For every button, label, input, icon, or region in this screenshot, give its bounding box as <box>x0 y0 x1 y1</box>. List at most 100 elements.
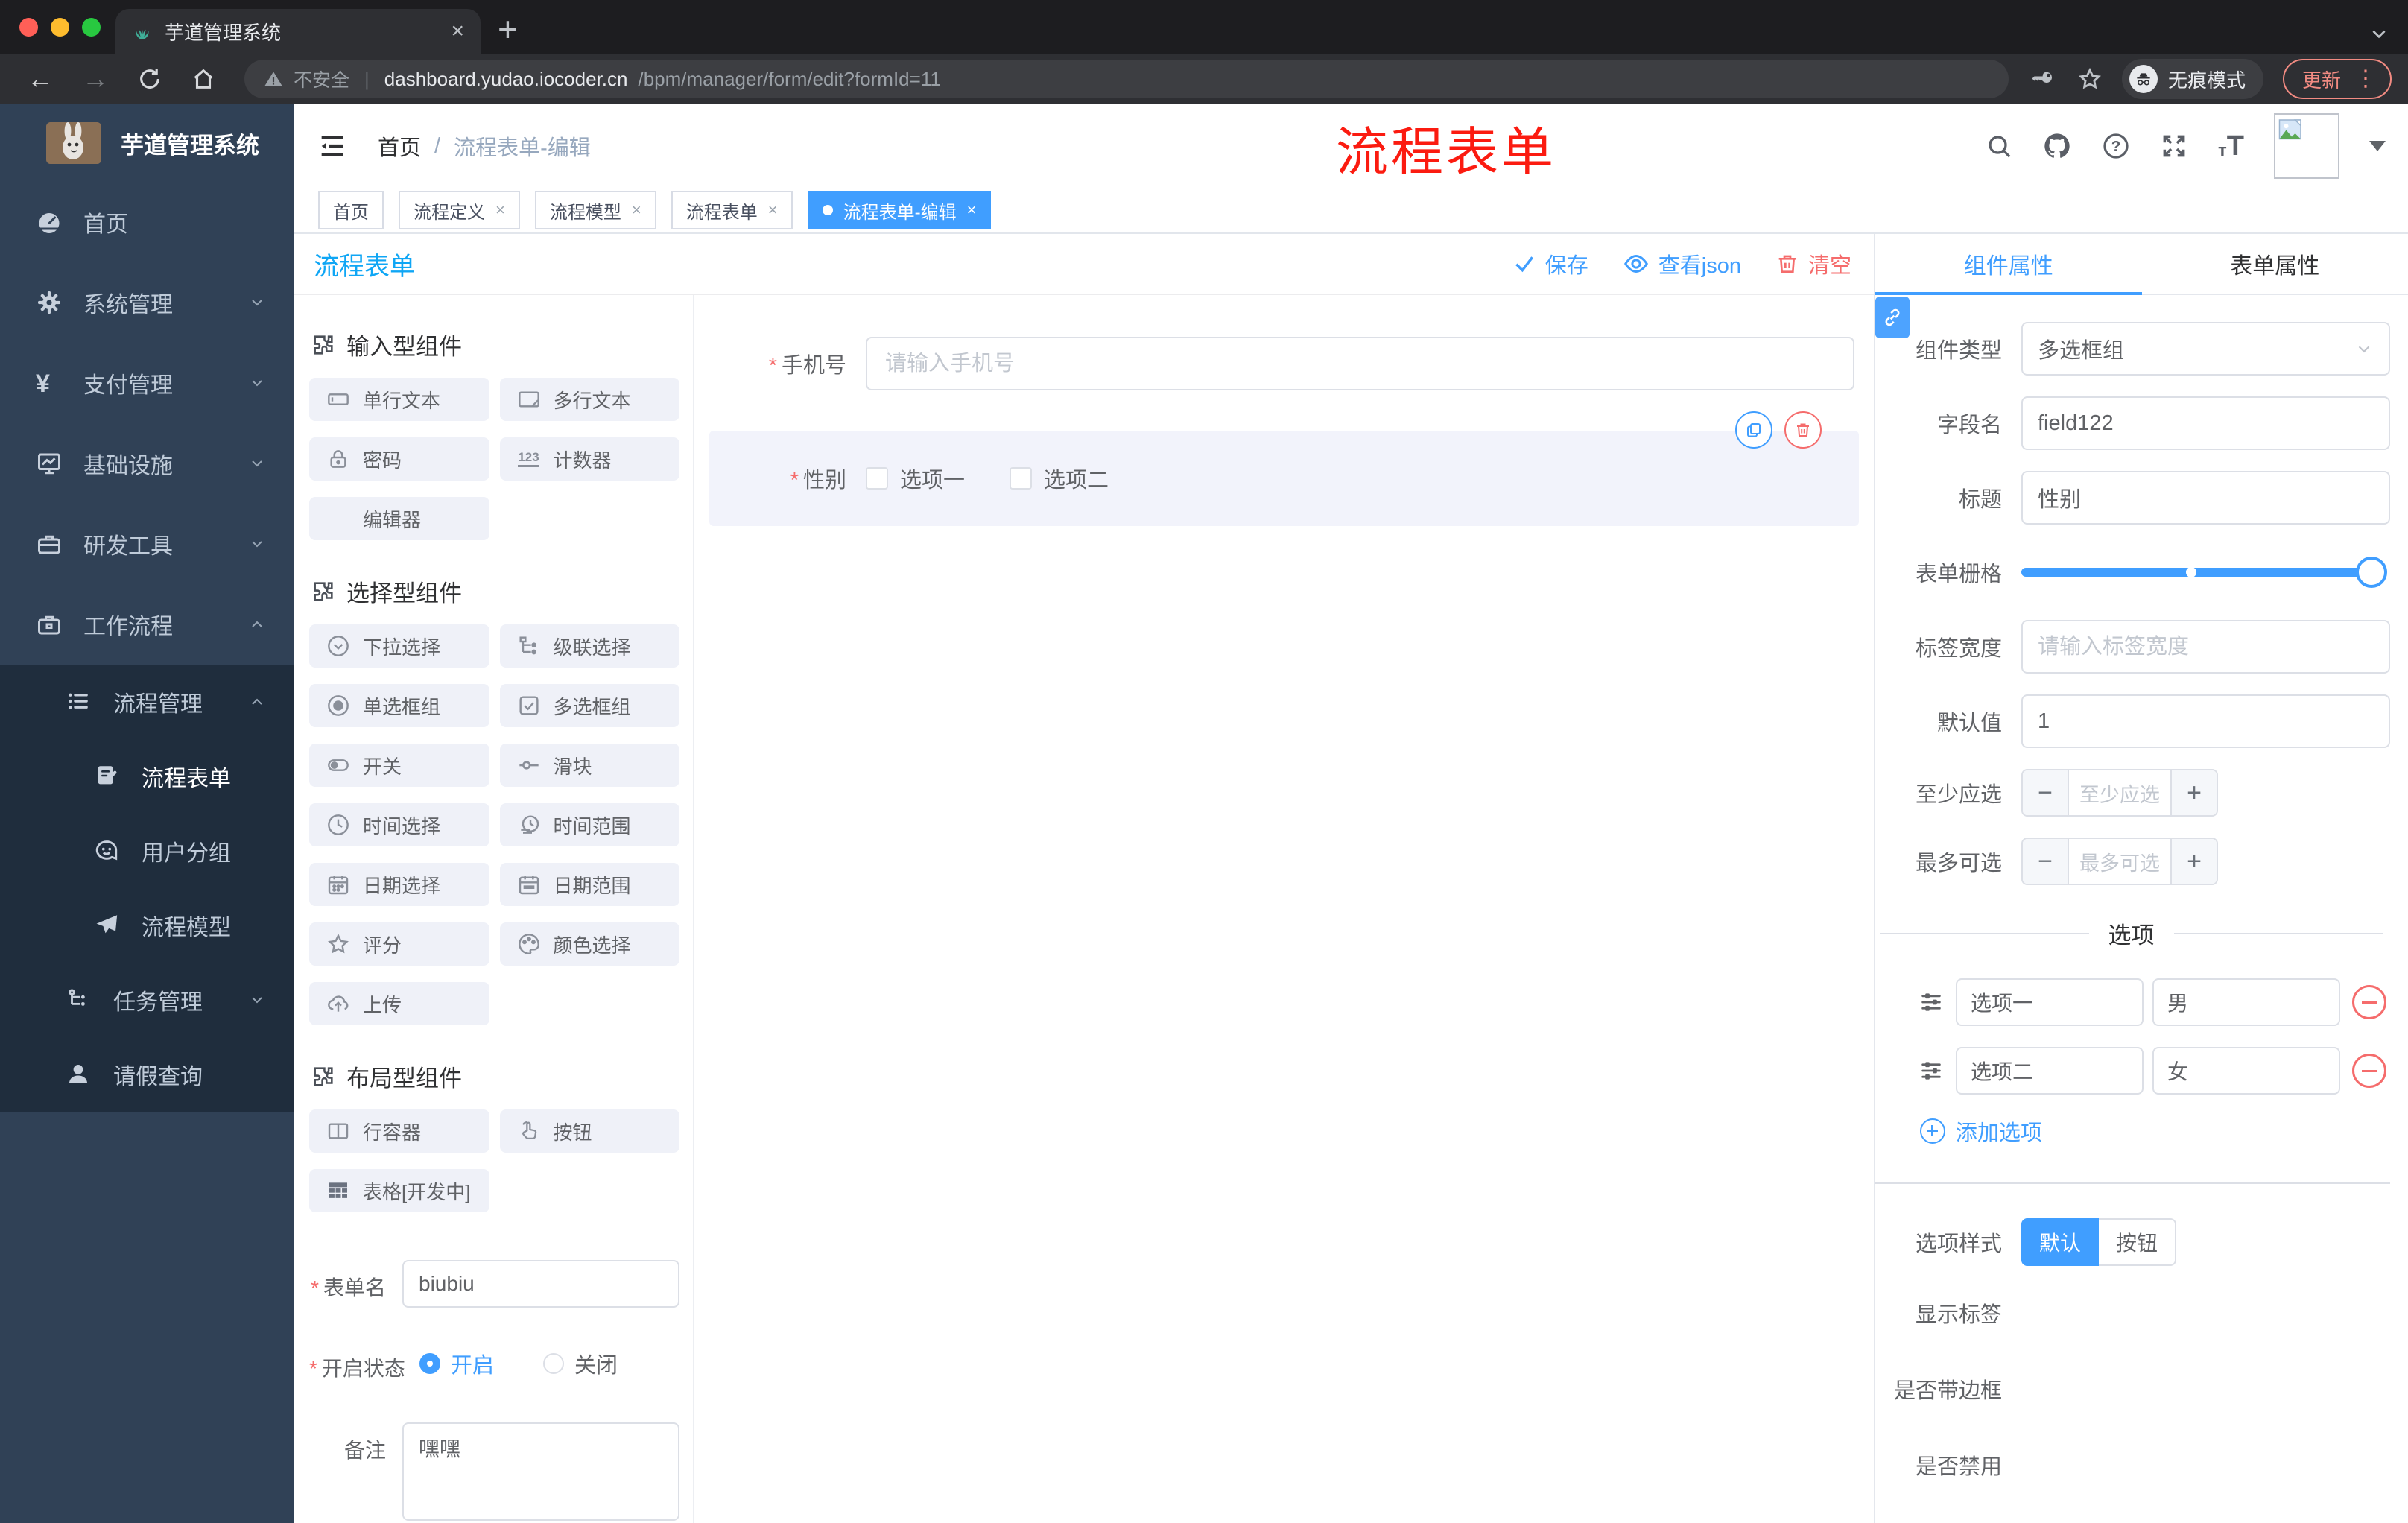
link-icon[interactable] <box>1875 297 1910 338</box>
gender-option-1-checkbox[interactable]: 选项一 <box>866 463 965 494</box>
zoom-window-button[interactable] <box>82 18 101 37</box>
sidebar-item-system[interactable]: 系统管理 <box>0 262 294 343</box>
tag-close-icon[interactable]: × <box>768 200 778 220</box>
palette-item-cascader[interactable]: 级联选择 <box>499 624 679 668</box>
sidebar-item-process-management[interactable]: 流程管理 <box>0 665 294 739</box>
browser-tab[interactable]: 芋道管理系统 × <box>115 9 481 54</box>
minimize-window-button[interactable] <box>51 18 69 37</box>
max-select-input[interactable]: 最多可选 <box>2069 839 2170 884</box>
sidebar-item-leave-query[interactable]: 请假查询 <box>0 1037 294 1112</box>
stepper-plus-button[interactable]: + <box>2170 770 2217 815</box>
label-width-input[interactable] <box>2021 620 2390 674</box>
palette-item-radio-group[interactable]: 单选框组 <box>309 684 489 727</box>
tag-process-form-edit[interactable]: 流程表单-编辑 × <box>807 191 992 229</box>
palette-item-switch[interactable]: 开关 <box>309 744 489 787</box>
tab-overflow-chevron-icon[interactable] <box>2369 24 2389 43</box>
palette-item-date-picker[interactable]: 日期选择 <box>309 863 489 906</box>
sidebar-item-process-model[interactable]: 流程模型 <box>0 888 294 963</box>
sidebar-item-devtools[interactable]: 研发工具 <box>0 504 294 584</box>
title-input[interactable] <box>2021 471 2390 525</box>
browser-menu-kebab-icon[interactable]: ⋮ <box>2354 68 2377 90</box>
remove-option-button[interactable] <box>2352 985 2386 1019</box>
tab-component-props[interactable]: 组件属性 <box>1875 234 2142 294</box>
close-window-button[interactable] <box>19 18 38 37</box>
palette-item-slider[interactable]: 滑块 <box>499 744 679 787</box>
palette-item-color-picker[interactable]: 颜色选择 <box>499 922 679 966</box>
palette-item-counter[interactable]: 123 计数器 <box>499 437 679 481</box>
copy-component-button[interactable] <box>1735 411 1772 449</box>
url-domain[interactable]: dashboard.yudao.iocoder.cn <box>384 68 628 91</box>
forward-button[interactable]: → <box>72 66 119 92</box>
new-tab-button[interactable]: + <box>498 12 518 46</box>
save-button[interactable]: 保存 <box>1512 248 1588 279</box>
sidebar-logo-row[interactable]: 芋道管理系统 <box>0 104 294 182</box>
avatar-dropdown-caret-icon[interactable] <box>2369 141 2386 151</box>
sidebar-item-process-form[interactable]: 流程表单 <box>0 739 294 814</box>
palette-item-password[interactable]: 密码 <box>309 437 489 481</box>
github-icon[interactable] <box>2042 131 2072 161</box>
security-label[interactable]: 不安全 <box>294 66 349 92</box>
drag-handle-icon[interactable] <box>1919 1058 1944 1083</box>
tab-close-icon[interactable]: × <box>451 20 464 42</box>
palette-item-select[interactable]: 下拉选择 <box>309 624 489 668</box>
min-select-stepper[interactable]: − 至少应选 + <box>2021 769 2218 817</box>
option-2-label-input[interactable] <box>1956 1047 2144 1095</box>
remove-option-button[interactable] <box>2352 1054 2386 1088</box>
option-2-value-input[interactable] <box>2152 1047 2340 1095</box>
update-menu-button[interactable]: 更新 ⋮ <box>2282 59 2392 99</box>
password-key-icon[interactable] <box>2032 66 2058 92</box>
palette-item-row-container[interactable]: 行容器 <box>309 1109 489 1153</box>
tab-form-props[interactable]: 表单属性 <box>2142 234 2408 294</box>
avatar[interactable] <box>2274 113 2339 179</box>
address-bar[interactable]: 不安全 | dashboard.yudao.iocoder.cn /bpm/ma… <box>244 60 2009 98</box>
palette-item-single-line-text[interactable]: 单行文本 <box>309 378 489 421</box>
view-json-button[interactable]: 查看json <box>1623 248 1741 279</box>
style-button-button[interactable]: 按钮 <box>2099 1218 2177 1266</box>
sidebar-item-workflow[interactable]: 工作流程 <box>0 584 294 665</box>
stepper-minus-button[interactable]: − <box>2023 770 2069 815</box>
home-button[interactable] <box>180 66 226 92</box>
form-name-input[interactable] <box>402 1260 679 1308</box>
sidebar-item-payment[interactable]: ¥ 支付管理 <box>0 343 294 423</box>
sidebar-item-user-group[interactable]: 用户分组 <box>0 814 294 888</box>
component-type-select[interactable]: 多选框组 <box>2021 322 2390 376</box>
breadcrumb-home[interactable]: 首页 <box>378 130 421 162</box>
status-on-radio[interactable]: 开启 <box>419 1348 494 1379</box>
font-size-icon[interactable]: тT <box>2218 132 2244 160</box>
option-1-value-input[interactable] <box>2152 978 2340 1026</box>
status-off-radio[interactable]: 关闭 <box>543 1348 618 1379</box>
sidebar-item-infrastructure[interactable]: 基础设施 <box>0 423 294 504</box>
reload-button[interactable] <box>127 66 173 92</box>
max-select-stepper[interactable]: − 最多可选 + <box>2021 838 2218 885</box>
window-controls[interactable] <box>19 18 101 37</box>
tag-process-form[interactable]: 流程表单 × <box>671 191 793 229</box>
tag-close-icon[interactable]: × <box>632 200 641 220</box>
form-grid-slider[interactable] <box>2021 545 2387 599</box>
palette-item-upload[interactable]: 上传 <box>309 982 489 1025</box>
default-value-input[interactable] <box>2021 694 2390 748</box>
palette-item-time-picker[interactable]: 时间选择 <box>309 803 489 846</box>
sidebar-item-task-management[interactable]: 任务管理 <box>0 963 294 1037</box>
field-name-input[interactable] <box>2021 396 2390 450</box>
search-icon[interactable] <box>1986 133 2012 159</box>
palette-item-multi-line-text[interactable]: 多行文本 <box>499 378 679 421</box>
back-button[interactable]: ← <box>16 66 64 92</box>
sidebar-item-home[interactable]: 首页 <box>0 182 294 262</box>
tag-process-definition[interactable]: 流程定义 × <box>399 191 520 229</box>
tag-process-model[interactable]: 流程模型 × <box>534 191 656 229</box>
tag-close-icon[interactable]: × <box>495 200 505 220</box>
update-label[interactable]: 更新 <box>2302 66 2341 93</box>
delete-component-button[interactable] <box>1784 411 1822 449</box>
palette-item-rate[interactable]: 评分 <box>309 922 489 966</box>
palette-item-button[interactable]: 按钮 <box>499 1109 679 1153</box>
palette-item-date-range[interactable]: 日期范围 <box>499 863 679 906</box>
phone-input[interactable] <box>866 337 1854 390</box>
fullscreen-icon[interactable] <box>2160 132 2188 160</box>
stepper-minus-button[interactable]: − <box>2023 839 2069 884</box>
tag-close-icon[interactable]: × <box>967 200 977 220</box>
sidebar-collapse-icon[interactable] <box>317 131 346 161</box>
help-icon[interactable]: ? <box>2102 132 2130 160</box>
canvas-field-gender-selected[interactable]: 性别 选项一 选项二 <box>709 411 1859 526</box>
palette-item-editor[interactable]: 编辑器 <box>309 497 489 540</box>
palette-item-table[interactable]: 表格[开发中] <box>309 1169 489 1212</box>
